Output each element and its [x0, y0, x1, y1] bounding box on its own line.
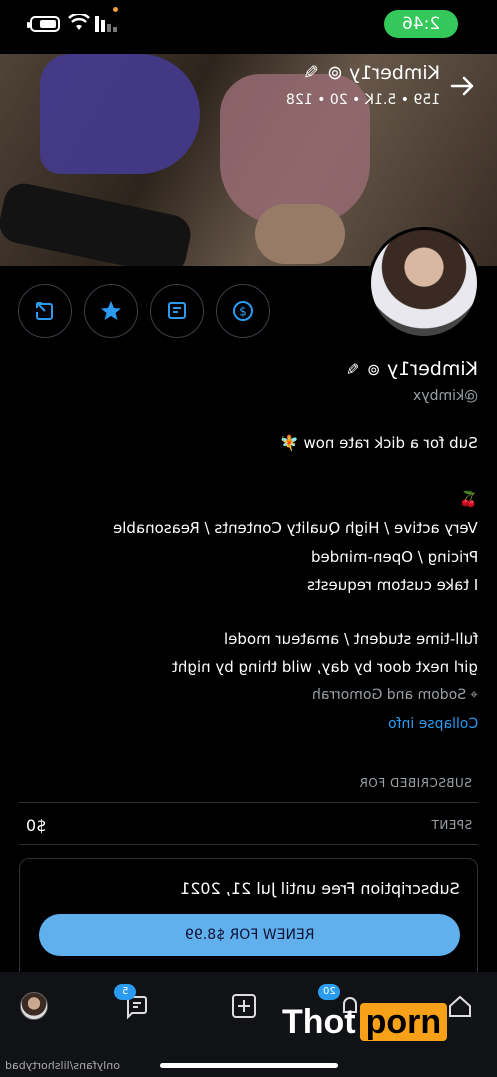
subscription-status: Subscription Free until Jul 21, 2021	[180, 879, 460, 898]
message-button[interactable]	[150, 284, 204, 338]
nav-add-icon[interactable]	[230, 992, 258, 1020]
verified-icon: ⊚	[367, 360, 381, 379]
collapse-info-link[interactable]: Collapse info	[300, 716, 478, 732]
share-icon	[36, 302, 53, 320]
star-icon	[101, 301, 121, 320]
home-indicator[interactable]	[160, 1063, 338, 1068]
profile-name: ✎ ⊚ Kimber1y	[346, 358, 478, 380]
spent-value: $0	[26, 816, 47, 835]
favorite-button[interactable]	[84, 284, 138, 338]
message-icon	[168, 302, 186, 319]
messages-badge: 5	[114, 984, 136, 1000]
divider	[19, 802, 478, 803]
bio-line: Pricing / Open-minded	[310, 548, 478, 566]
edit-pencil-icon[interactable]: ✎	[346, 360, 359, 379]
back-arrow-icon[interactable]	[448, 74, 476, 98]
edit-pencil-icon: ✎	[303, 62, 319, 84]
footer-source-text: onlyfans/lilshortybad	[5, 1059, 120, 1072]
svg-text:$: $	[239, 305, 247, 319]
renew-button[interactable]: RENEW FOR $8.99	[39, 914, 460, 956]
divider	[19, 844, 478, 845]
avatar[interactable]	[368, 227, 480, 339]
nav-home-icon[interactable]	[446, 992, 474, 1020]
header-stats: 159 • 5.1K • 20 • 128	[285, 92, 440, 108]
spent-label: SPENT	[430, 818, 472, 832]
verified-icon: ⊚	[326, 62, 343, 84]
bio-line: Sub for a dick rate now 🧚	[280, 434, 478, 452]
subscribed-for-label: SUBSCRIBED FOR	[359, 776, 472, 790]
subscription-card: Subscription Free until Jul 21, 2021 REN…	[19, 858, 478, 988]
signal-icon	[95, 16, 117, 32]
watermark-logo: Thot porn	[282, 1003, 448, 1042]
bio-line: Very active / High Quality Contents / Re…	[113, 519, 478, 537]
share-button[interactable]	[18, 284, 72, 338]
dollar-icon: $	[233, 301, 253, 321]
header-profile-name: ✎ ⊚ Kimber1y	[303, 62, 440, 84]
profile-handle: @kimbyx	[412, 388, 478, 404]
location-pin-icon: ⌖	[470, 687, 478, 703]
status-time: 2:46	[384, 10, 458, 38]
privacy-indicator	[113, 7, 118, 12]
bio-line: I take custom requests	[306, 576, 478, 594]
wifi-icon	[68, 14, 90, 30]
bio-line: full-time student / amateur model	[223, 630, 478, 648]
bio-line: 🍒	[459, 490, 478, 508]
notifications-badge: 20	[318, 984, 340, 1000]
status-bar: 2:46	[0, 0, 497, 54]
battery-icon	[27, 16, 60, 32]
tip-button[interactable]: $	[216, 284, 270, 338]
profile-location: Sodom and Gomorrah ⌖	[311, 687, 478, 703]
nav-profile-avatar[interactable]	[20, 992, 48, 1020]
bio-line: girl next door by day, wild thing by nig…	[172, 658, 478, 676]
